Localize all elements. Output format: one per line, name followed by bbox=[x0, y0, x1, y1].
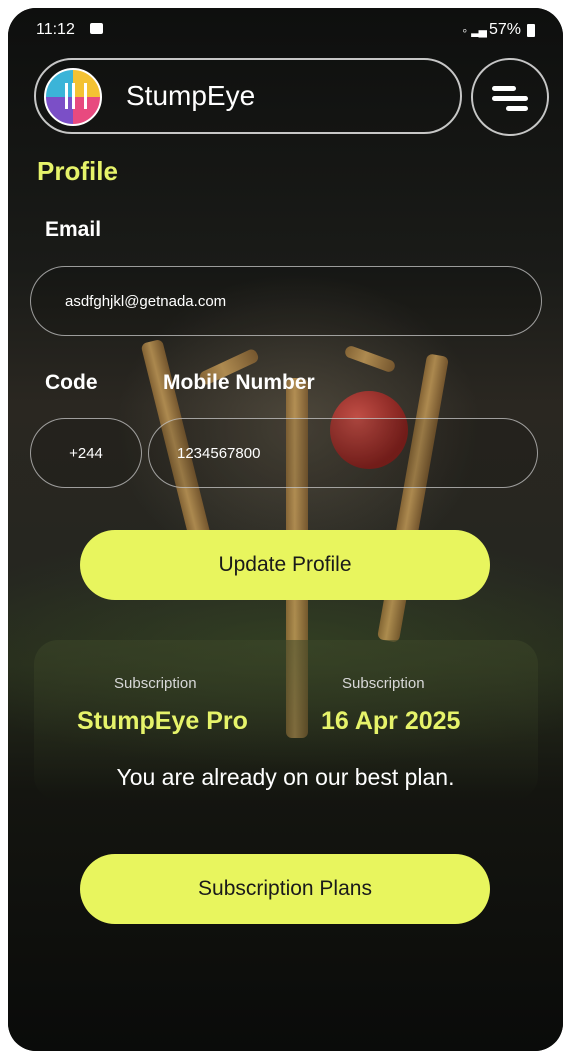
mobile-label: Mobile Number bbox=[163, 371, 315, 394]
country-code-value: +244 bbox=[69, 444, 103, 462]
email-label: Email bbox=[45, 218, 102, 241]
plan-name: StumpEye Pro bbox=[77, 707, 248, 735]
menu-icon bbox=[492, 86, 516, 91]
status-time: 11:12 bbox=[36, 21, 75, 38]
menu-button[interactable] bbox=[471, 58, 549, 136]
mobile-number-value: 1234567800 bbox=[177, 444, 261, 462]
subscription-plans-label: Subscription Plans bbox=[198, 877, 372, 900]
mobile-number-field[interactable]: 1234567800 bbox=[148, 418, 538, 488]
phone-screen: 11:12 ◦ ▂▄ 57% StumpEye Profile Email as… bbox=[8, 8, 563, 1051]
date-caption: Subscription bbox=[342, 675, 425, 692]
menu-icon-line bbox=[492, 96, 528, 101]
bail-graphic bbox=[343, 344, 397, 374]
update-profile-button[interactable]: Update Profile bbox=[80, 530, 490, 600]
battery-percent: 57% bbox=[488, 21, 521, 38]
email-value: asdfghjkl@getnada.com bbox=[65, 292, 227, 310]
status-bar: 11:12 ◦ ▂▄ 57% bbox=[8, 8, 563, 48]
wifi-icon: ◦ bbox=[462, 22, 468, 38]
subscription-plans-button[interactable]: Subscription Plans bbox=[80, 854, 490, 924]
app-header: StumpEye bbox=[34, 58, 462, 134]
code-label: Code bbox=[45, 371, 98, 394]
signal-icon: ▂▄ bbox=[471, 23, 487, 37]
cricket-stumps-logo-icon bbox=[44, 68, 102, 126]
plan-caption: Subscription bbox=[114, 675, 197, 692]
subscription-date: 16 Apr 2025 bbox=[321, 707, 461, 735]
menu-icon-line bbox=[506, 106, 528, 111]
update-profile-label: Update Profile bbox=[218, 553, 352, 576]
battery-icon bbox=[527, 23, 535, 37]
plan-status-note: You are already on our best plan. bbox=[116, 764, 455, 790]
app-title: StumpEye bbox=[126, 80, 256, 111]
page-title: Profile bbox=[37, 156, 118, 186]
email-field[interactable]: asdfghjkl@getnada.com bbox=[30, 266, 542, 336]
status-indicators: ◦ ▂▄ 57% bbox=[462, 21, 535, 39]
country-code-field[interactable]: +244 bbox=[30, 418, 142, 488]
image-notification-icon bbox=[90, 23, 103, 34]
